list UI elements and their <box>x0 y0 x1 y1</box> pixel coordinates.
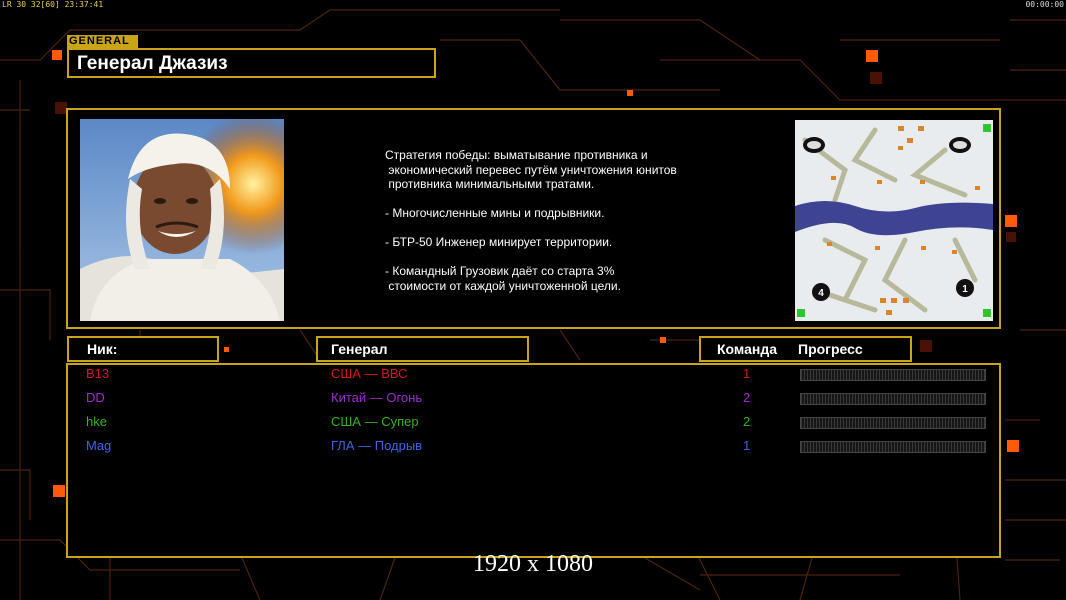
player-row: hke США — Супер 2 <box>68 414 999 434</box>
player-nick: DD <box>86 390 105 405</box>
nick-header-label: Ник: <box>87 341 118 357</box>
player-nick: Mag <box>86 438 112 453</box>
player-progress-bar <box>800 441 986 453</box>
player-team: 2 <box>743 414 751 429</box>
start-marker-4: 4 <box>818 288 824 299</box>
team-progress-header: Команда Прогресс <box>699 336 912 362</box>
player-row: DD Китай — Огонь 2 <box>68 390 999 410</box>
player-row: B13 США — ВВС 1 <box>68 366 999 386</box>
general-info-panel: Стратегия победы: выматывание противника… <box>66 108 1001 329</box>
resolution-label: 1920 x 1080 <box>473 551 593 577</box>
player-row: Mag ГЛА — Подрыв 1 <box>68 438 999 458</box>
player-team: 2 <box>743 390 751 405</box>
player-team: 1 <box>743 366 751 381</box>
player-team: 1 <box>743 438 751 453</box>
player-general: Китай — Огонь <box>331 390 423 405</box>
general-portrait <box>80 119 284 321</box>
player-general: ГЛА — Подрыв <box>331 438 423 453</box>
timer-readout: 00:00:00 <box>1025 0 1064 9</box>
nick-header: Ник: <box>67 336 219 362</box>
minimap: 4 1 <box>795 120 993 321</box>
player-general: США — Супер <box>331 414 419 429</box>
general-description: Стратегия победы: выматывание противника… <box>385 148 677 293</box>
general-tag: GENERAL <box>67 35 138 48</box>
general-title-box: Генерал Джазиз <box>67 48 436 78</box>
players-panel: B13 США — ВВС 1 DD Китай — Огонь 2 hke С… <box>66 363 1001 558</box>
player-general: США — ВВС <box>331 366 408 381</box>
player-progress-bar <box>800 369 986 381</box>
player-nick: hke <box>86 414 107 429</box>
general-name: Генерал Джазиз <box>77 53 228 74</box>
player-nick: B13 <box>86 366 110 381</box>
player-progress-bar <box>800 393 986 405</box>
fps-clock-readout: LR 30 32[60] 23:37:41 <box>2 0 104 9</box>
general-header-label: Генерал <box>331 341 388 357</box>
general-header: Генерал <box>316 336 529 362</box>
start-marker-1: 1 <box>962 284 968 295</box>
team-header-label: Команда <box>717 341 777 357</box>
player-progress-bar <box>800 417 986 429</box>
progress-header-label: Прогресс <box>798 341 863 357</box>
